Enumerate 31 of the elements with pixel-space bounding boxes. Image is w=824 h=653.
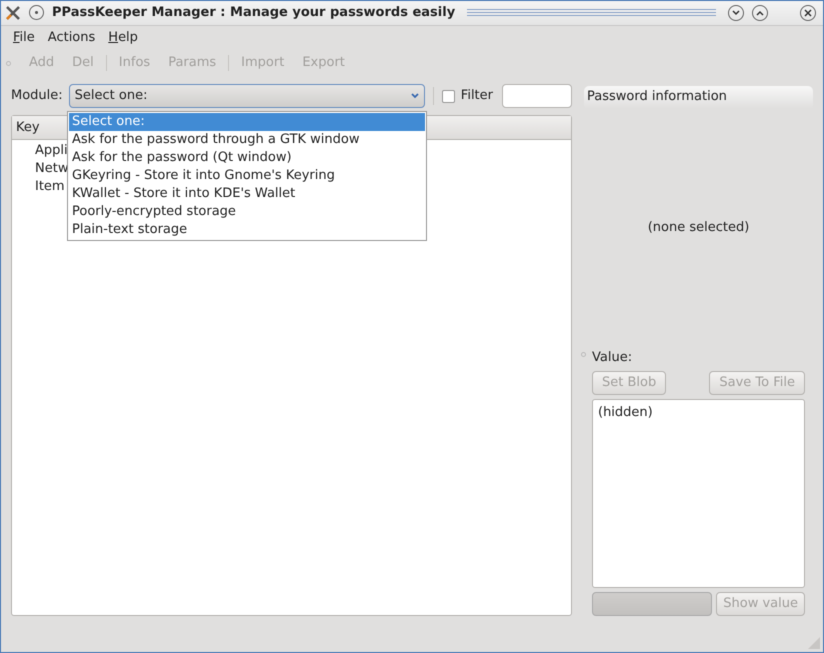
menu-item[interactable]: File [13, 28, 35, 48]
chevron-up-icon [756, 10, 764, 16]
module-dropdown[interactable]: Select one: [68, 84, 425, 108]
close-icon [804, 8, 812, 17]
minimize-button[interactable] [728, 4, 744, 21]
dropdown-option[interactable]: Ask for the password (Qt window) [69, 149, 425, 167]
filter-field[interactable] [502, 84, 572, 108]
dropdown-option[interactable]: Poorly-encrypted storage [69, 203, 425, 221]
filter-checkbox[interactable] [442, 90, 455, 102]
value-label: Value: [592, 349, 632, 368]
caret-icon [410, 93, 419, 99]
dropdown-option[interactable]: Select one: [69, 113, 425, 131]
menu-item[interactable]: Help [108, 28, 138, 48]
dropdown-option[interactable]: Ask for the password through a GTK window [69, 131, 425, 149]
tools-icon[interactable] [5, 4, 21, 21]
status-text: (none selected) [648, 219, 750, 238]
dropdown-option[interactable]: GKeyring - Store it into Gnome's Keyring [69, 167, 425, 185]
value-text: (hidden) [598, 405, 653, 420]
close-button[interactable] [800, 4, 816, 21]
menu-button-icon[interactable] [29, 5, 44, 20]
dropdown-option[interactable]: Plain-text storage [69, 221, 425, 239]
window-title: PPassKeeper Manager : Manage your passwords easily [52, 4, 456, 22]
dropdown-option[interactable]: KWallet - Store it into KDE's Wallet [69, 185, 425, 203]
maximize-button[interactable] [752, 4, 768, 21]
module-label: Module: [11, 87, 63, 106]
menu-item[interactable]: Actions [48, 28, 96, 48]
info-header: Password information [584, 86, 813, 108]
chevron-down-icon [732, 10, 740, 16]
value-field[interactable]: (hidden) [592, 399, 805, 588]
filter-label: Filter [460, 87, 493, 106]
resize-grip-icon[interactable] [808, 637, 820, 649]
